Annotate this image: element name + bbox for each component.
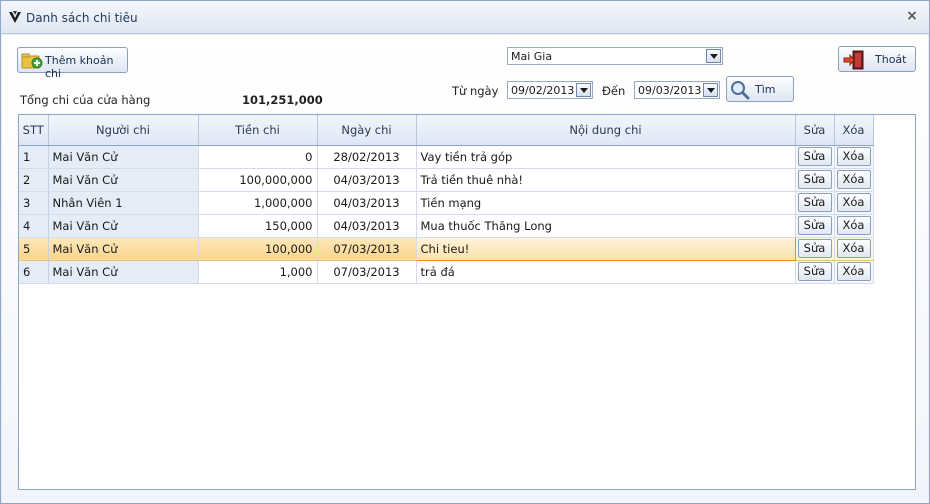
title-bar: Danh sách chi tiêu × xyxy=(1,1,929,34)
to-date-picker[interactable]: 09/03/2013 xyxy=(634,81,720,99)
row-amount: 1,000,000 xyxy=(198,191,318,215)
close-icon[interactable]: × xyxy=(905,8,919,24)
row-person: Mai Văn Cử xyxy=(48,168,199,192)
delete-cell: Xóa xyxy=(834,237,874,261)
store-select-value: Mai Gia xyxy=(511,50,553,63)
column-header-date[interactable]: Ngày chi xyxy=(317,115,417,146)
delete-button[interactable]: Xóa xyxy=(836,262,871,281)
add-expense-label: Thêm khoản chi xyxy=(45,54,114,80)
magnifier-icon xyxy=(731,81,750,100)
row-amount: 1,000 xyxy=(198,260,318,284)
search-label: Tìm xyxy=(755,83,776,96)
exit-button[interactable]: Thoát xyxy=(838,46,916,72)
edit-cell: Sửa xyxy=(795,237,835,261)
window-title: Danh sách chi tiêu xyxy=(26,11,138,25)
expense-grid: STT Người chi Tiền chi Ngày chi Nội dung… xyxy=(19,115,874,284)
row-date: 28/02/2013 xyxy=(317,145,417,169)
row-person: Mai Văn Cử xyxy=(48,214,199,238)
row-content: Tiền mạng xyxy=(416,191,796,215)
row-amount: 0 xyxy=(198,145,318,169)
row-content-editing[interactable]: Chi tieu! xyxy=(415,236,796,261)
edit-button[interactable]: Sửa xyxy=(797,239,832,258)
edit-button[interactable]: Sửa xyxy=(797,170,832,189)
chevron-down-icon[interactable] xyxy=(576,83,591,97)
edit-button[interactable]: Sửa xyxy=(797,193,832,212)
table-row[interactable]: 2 Mai Văn Cử 100,000,000 04/03/2013 Trả … xyxy=(19,168,874,192)
from-date-picker[interactable]: 09/02/2013 xyxy=(507,81,593,99)
row-stt: 6 xyxy=(19,260,49,284)
edit-cell: Sửa xyxy=(795,168,835,192)
row-date: 04/03/2013 xyxy=(317,168,417,192)
row-date: 07/03/2013 xyxy=(317,237,417,261)
edit-cell: Sửa xyxy=(795,214,835,238)
table-row[interactable]: 6 Mai Văn Cử 1,000 07/03/2013 trả đá Sửa… xyxy=(19,260,874,284)
chevron-down-icon[interactable] xyxy=(703,83,718,97)
from-date-value: 09/02/2013 xyxy=(511,84,575,97)
edit-cell: Sửa xyxy=(795,260,835,284)
logo-icon xyxy=(9,11,21,23)
row-content: Vay tiền trả góp xyxy=(416,145,796,169)
row-amount: 100,000 xyxy=(198,237,318,261)
table-row[interactable]: 3 Nhân Viên 1 1,000,000 04/03/2013 Tiền … xyxy=(19,191,874,215)
row-date: 04/03/2013 xyxy=(317,214,417,238)
add-expense-button[interactable]: Thêm khoản chi xyxy=(17,47,128,80)
delete-cell: Xóa xyxy=(834,260,874,284)
exit-door-icon xyxy=(843,50,864,70)
expense-table: STT Người chi Tiền chi Ngày chi Nội dung… xyxy=(18,114,916,490)
row-date: 04/03/2013 xyxy=(317,191,417,215)
column-header-person[interactable]: Người chi xyxy=(48,115,199,146)
total-value: 101,251,000 xyxy=(242,93,323,107)
total-label: Tổng chi của cửa hàng xyxy=(20,93,151,107)
column-header-delete[interactable]: Xóa xyxy=(834,115,874,146)
table-row-selected[interactable]: 5 Mai Văn Cử 100,000 07/03/2013 Chi tieu… xyxy=(19,236,874,261)
row-person: Mai Văn Cử xyxy=(48,260,199,284)
chevron-down-icon[interactable] xyxy=(706,49,721,63)
delete-button[interactable]: Xóa xyxy=(836,147,871,166)
edit-button[interactable]: Sửa xyxy=(797,216,832,235)
row-content: trả đá xyxy=(416,260,796,284)
column-header-amount[interactable]: Tiền chi xyxy=(198,115,318,146)
search-button[interactable]: Tìm xyxy=(726,76,794,102)
delete-button[interactable]: Xóa xyxy=(836,216,871,235)
column-header-edit[interactable]: Sửa xyxy=(795,115,835,146)
delete-button[interactable]: Xóa xyxy=(836,239,871,258)
delete-cell: Xóa xyxy=(834,145,874,169)
delete-button[interactable]: Xóa xyxy=(836,193,871,212)
table-row[interactable]: 4 Mai Văn Cử 150,000 04/03/2013 Mua thuố… xyxy=(19,214,874,238)
main-panel: Thêm khoản chi Mai Gia Thoát Từ ngày 09/… xyxy=(2,35,928,503)
store-select[interactable]: Mai Gia xyxy=(507,47,723,65)
row-person: Nhân Viên 1 xyxy=(48,191,199,215)
row-stt: 1 xyxy=(19,145,49,169)
table-row[interactable]: 1 Mai Văn Cử 0 28/02/2013 Vay tiền trả g… xyxy=(19,145,874,169)
edit-button[interactable]: Sửa xyxy=(797,147,832,166)
edit-cell: Sửa xyxy=(795,191,835,215)
exit-label: Thoát xyxy=(875,53,907,66)
row-person: Mai Văn Cử xyxy=(48,237,199,261)
from-date-label: Từ ngày xyxy=(452,84,499,98)
row-amount: 100,000,000 xyxy=(198,168,318,192)
column-header-content[interactable]: Nội dung chi xyxy=(416,115,796,146)
to-date-value: 09/03/2013 xyxy=(638,84,702,97)
row-date: 07/03/2013 xyxy=(317,260,417,284)
row-content: Trả tiền thuê nhà! xyxy=(416,168,796,192)
expense-list-window: Danh sách chi tiêu × Thêm khoản chi Mai … xyxy=(0,0,930,504)
row-stt: 4 xyxy=(19,214,49,238)
row-stt: 5 xyxy=(19,237,49,261)
row-amount: 150,000 xyxy=(198,214,318,238)
folder-add-icon xyxy=(21,53,43,69)
edit-button[interactable]: Sửa xyxy=(797,262,832,281)
column-header-stt[interactable]: STT xyxy=(19,115,49,146)
row-content: Mua thuốc Thăng Long xyxy=(416,214,796,238)
to-date-label: Đến xyxy=(602,84,626,98)
row-stt: 3 xyxy=(19,191,49,215)
delete-cell: Xóa xyxy=(834,191,874,215)
delete-button[interactable]: Xóa xyxy=(836,170,871,189)
delete-cell: Xóa xyxy=(834,214,874,238)
delete-cell: Xóa xyxy=(834,168,874,192)
row-person: Mai Văn Cử xyxy=(48,145,199,169)
table-header: STT Người chi Tiền chi Ngày chi Nội dung… xyxy=(19,115,874,146)
edit-cell: Sửa xyxy=(795,145,835,169)
row-stt: 2 xyxy=(19,168,49,192)
